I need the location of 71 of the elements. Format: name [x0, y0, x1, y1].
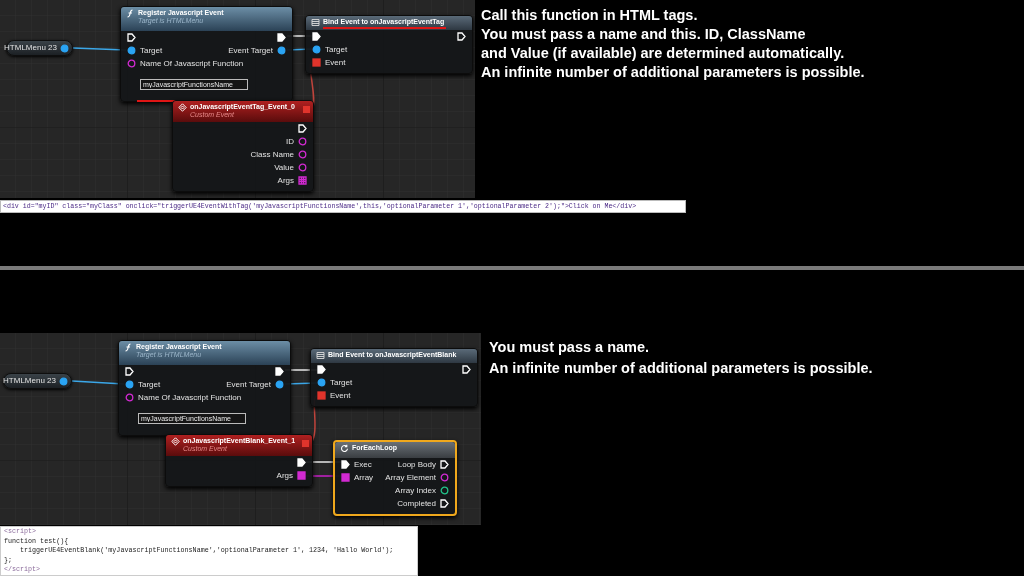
pin-label: Target [325, 45, 348, 54]
table-icon [316, 351, 325, 360]
diamond-icon [178, 103, 187, 112]
note-text: An infinite number of additional parameters is possible. [481, 64, 865, 81]
function-icon [126, 9, 135, 18]
note-text: You must pass a name and this. ID, ClassName [481, 26, 807, 43]
pin-label: Loop Body [397, 460, 436, 469]
pin-icon[interactable] [298, 163, 307, 172]
pin-label: HTMLMenu 23 [3, 377, 56, 385]
pin-label: Array Element [385, 473, 436, 482]
pin-label: Exec [354, 460, 372, 469]
exec-pin-icon[interactable] [317, 365, 326, 374]
pin-label: Name Of Javascript Function [138, 393, 243, 402]
graph-canvas[interactable] [0, 0, 475, 198]
exec-pin-icon[interactable] [312, 32, 321, 41]
pin-icon[interactable] [275, 380, 284, 389]
pin-icon[interactable] [60, 43, 69, 53]
pin-label: Target [138, 380, 161, 389]
pin-icon[interactable] [125, 393, 134, 402]
pin-icon[interactable] [298, 137, 307, 146]
note-text: An infinite number of additional parameters is possible. [489, 360, 873, 377]
pin-label: Value [274, 163, 294, 172]
exec-pin-icon[interactable] [125, 367, 134, 376]
diamond-icon [171, 437, 180, 446]
pin-label: Class Name [250, 150, 294, 159]
variable-node[interactable]: HTMLMenu 23 [6, 40, 73, 56]
pin-label: Event [330, 391, 351, 400]
pin-label: Array Index [395, 486, 436, 495]
exec-pin-icon[interactable] [127, 33, 136, 42]
pin-icon[interactable] [440, 486, 449, 495]
note-text: Call this function in HTML tags. [481, 7, 699, 24]
pin-label: Args [277, 176, 294, 185]
delegate-pin-icon[interactable] [312, 58, 321, 67]
exec-pin-icon[interactable] [457, 32, 466, 41]
exec-pin-icon[interactable] [462, 365, 471, 374]
pin-icon[interactable] [440, 473, 449, 482]
exec-pin-icon[interactable] [297, 458, 306, 467]
pin-label: Event Target [226, 380, 271, 389]
note-text: and Value (if available) are determined automatically. [481, 45, 846, 62]
exec-pin-icon[interactable] [440, 499, 449, 508]
pin-icon[interactable] [59, 376, 68, 386]
pin-icon[interactable] [127, 46, 136, 55]
pin-label: Target [140, 46, 163, 55]
exec-pin-icon[interactable] [440, 460, 449, 469]
pin-icon[interactable] [317, 378, 326, 387]
function-icon [124, 343, 133, 352]
exec-pin-icon[interactable] [341, 460, 350, 469]
exec-pin-icon[interactable] [275, 367, 284, 376]
loop-icon [340, 444, 349, 453]
pin-icon[interactable] [298, 150, 307, 159]
array-pin-icon[interactable] [298, 176, 307, 185]
pin-icon[interactable] [127, 59, 136, 68]
pin-icon[interactable] [277, 46, 286, 55]
pin-label: Completed [397, 499, 436, 508]
exec-pin-icon[interactable] [298, 124, 307, 133]
variable-node[interactable]: HTMLMenu 23 [3, 373, 72, 389]
graph-canvas[interactable] [0, 333, 481, 525]
pin-label: Array [354, 473, 374, 482]
note-text: You must pass a name. [489, 339, 651, 356]
pin-label: Name Of Javascript Function [140, 59, 245, 68]
pin-icon[interactable] [125, 380, 134, 389]
pin-label: ID [286, 137, 294, 146]
table-icon [311, 18, 320, 27]
pin-label: Event Target [228, 46, 273, 55]
exec-pin-icon[interactable] [277, 33, 286, 42]
pin-label: Target [330, 378, 353, 387]
pin-label: Event [325, 58, 346, 67]
pin-label: HTMLMenu 23 [4, 44, 57, 52]
delegate-pin-icon[interactable] [317, 391, 326, 400]
pin-label: Args [276, 471, 293, 480]
pin-icon[interactable] [312, 45, 321, 54]
